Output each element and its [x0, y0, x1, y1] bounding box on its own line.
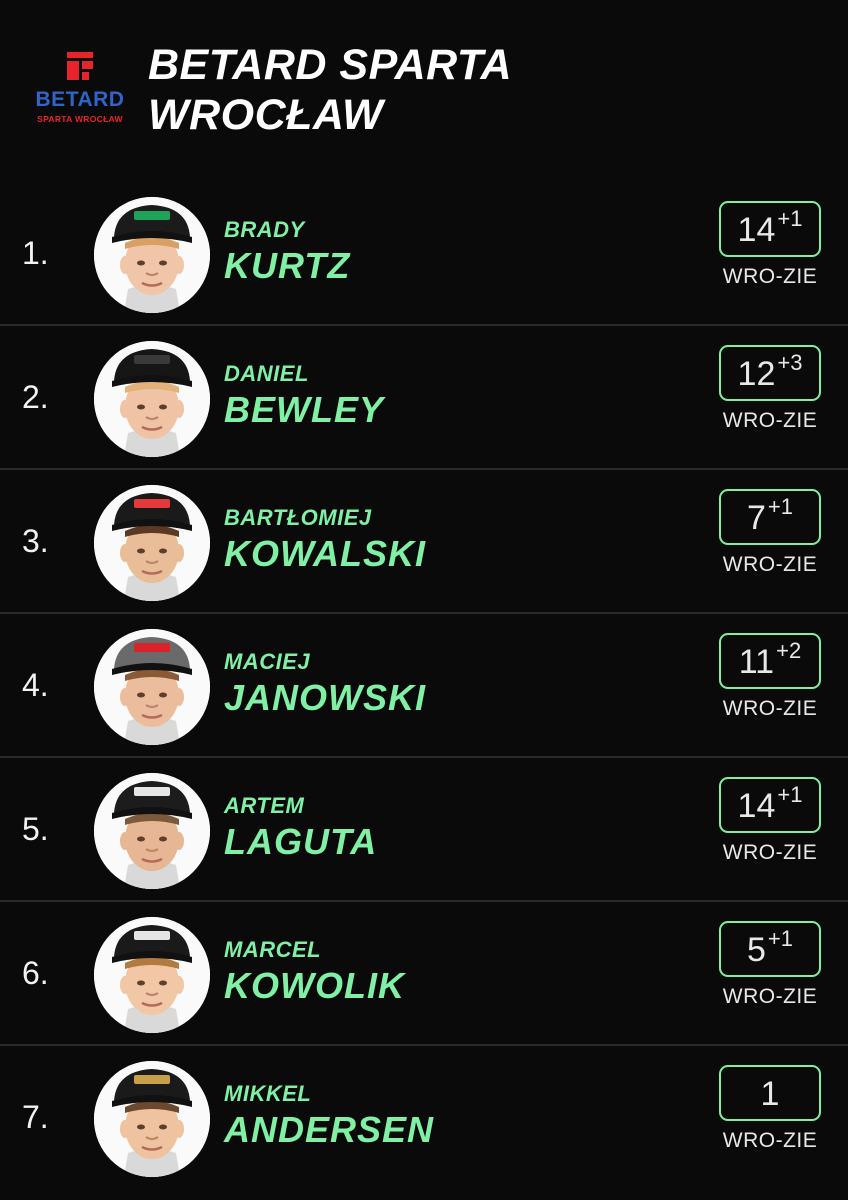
- rider-portrait-icon: [94, 773, 210, 889]
- rider-points: 1: [760, 1075, 780, 1113]
- rider-first-name: MARCEL: [224, 937, 322, 962]
- rider-portrait-icon: [94, 1061, 210, 1177]
- rider-avatar: [94, 917, 210, 1033]
- rider-last-name: LAGUTA: [224, 821, 378, 862]
- rider-rank: 6.: [22, 955, 49, 991]
- rider-match: WRO-ZIE: [722, 553, 818, 576]
- rider-rank: 4.: [22, 667, 49, 703]
- rider-score-box: 7+1: [719, 489, 821, 545]
- rider-first-name: BARTŁOMIEJ: [224, 505, 372, 530]
- logo-sub-text: SPARTA WROCŁAW: [37, 114, 123, 124]
- rider-rank: 5.: [22, 811, 49, 847]
- rider-last-name: KOWALSKI: [224, 533, 426, 574]
- rider-portrait-icon: [94, 197, 210, 313]
- rider-row[interactable]: 6. MARCEL KOWOLIK 5+1 WRO-ZIE: [0, 903, 848, 1046]
- rider-score-box: 5+1: [719, 921, 821, 977]
- rider-match: WRO-ZIE: [722, 985, 818, 1008]
- rider-last-name: BEWLEY: [224, 389, 385, 430]
- rider-last-name: KURTZ: [224, 245, 351, 286]
- rider-avatar: [94, 1061, 210, 1177]
- rider-avatar: [94, 773, 210, 889]
- logo-brand-text: BETARD: [35, 88, 125, 111]
- rider-first-name: DANIEL: [224, 361, 309, 386]
- rider-first-name: ARTEM: [224, 793, 305, 818]
- team-title: BETARD SPARTA WROCŁAW: [148, 40, 708, 140]
- row-divider: [0, 1044, 848, 1046]
- rider-portrait-icon: [94, 917, 210, 1033]
- rider-points: 14: [737, 787, 776, 825]
- team-header: BETARD SPARTA WROCŁAW BETARD SPARTA WROC…: [0, 0, 848, 180]
- rider-avatar: [94, 485, 210, 601]
- rider-rank: 2.: [22, 379, 49, 415]
- rider-portrait-icon: [94, 485, 210, 601]
- rider-match: WRO-ZIE: [722, 841, 818, 864]
- rider-row[interactable]: 4. MACIEJ JANOWSKI 11+2 WRO-ZIE: [0, 615, 848, 758]
- rider-row[interactable]: 2. DANIEL BEWLEY 12+3 WRO-ZIE: [0, 327, 848, 470]
- row-divider: [0, 324, 848, 326]
- rider-points: 12: [737, 355, 776, 393]
- rider-points: 11: [738, 643, 775, 681]
- rider-bonus: +1: [767, 494, 793, 519]
- row-divider: [0, 756, 848, 758]
- rider-portrait-icon: [94, 629, 210, 745]
- rider-row[interactable]: 3. BARTŁOMIEJ KOWALSKI 7+1 WRO-ZIE: [0, 471, 848, 614]
- rider-row[interactable]: 1. BRADY KURTZ 14+1 WRO-ZIE: [0, 183, 848, 326]
- rider-match: WRO-ZIE: [722, 409, 818, 432]
- rider-match: WRO-ZIE: [722, 1129, 818, 1152]
- rider-first-name: MIKKEL: [224, 1081, 312, 1106]
- rider-first-name: BRADY: [224, 217, 305, 242]
- rider-avatar: [94, 341, 210, 457]
- rider-last-name: KOWOLIK: [224, 965, 405, 1006]
- rider-match: WRO-ZIE: [722, 265, 818, 288]
- rider-points: 5: [746, 931, 766, 969]
- row-divider: [0, 900, 848, 902]
- rider-score-box: 1: [719, 1065, 821, 1121]
- rider-row[interactable]: 5. ARTEM LAGUTA 14+1 WRO-ZIE: [0, 759, 848, 902]
- rider-points: 14: [737, 211, 776, 249]
- rider-avatar: [94, 197, 210, 313]
- rider-avatar: [94, 629, 210, 745]
- rider-bonus: +2: [776, 638, 802, 663]
- rider-last-name: ANDERSEN: [224, 1109, 435, 1150]
- rider-match: WRO-ZIE: [722, 697, 818, 720]
- logo-mark-icon: [67, 52, 93, 80]
- row-divider: [0, 468, 848, 470]
- row-divider: [0, 612, 848, 614]
- rider-score-box: 11+2: [719, 633, 821, 689]
- rider-first-name: MACIEJ: [224, 649, 311, 674]
- rider-score-box: 12+3: [719, 345, 821, 401]
- rider-score-box: 14+1: [719, 201, 821, 257]
- team-title-line2: WROCŁAW: [148, 91, 384, 139]
- rider-row[interactable]: 7. MIKKEL ANDERSEN 1 WRO-ZIE: [0, 1047, 848, 1190]
- rider-portrait-icon: [94, 341, 210, 457]
- rider-rank: 1.: [22, 235, 49, 271]
- rider-bonus: +1: [777, 782, 803, 807]
- rider-points: 7: [746, 499, 766, 537]
- rider-rank: 3.: [22, 523, 49, 559]
- rider-bonus: +1: [777, 206, 803, 231]
- rider-rank: 7.: [22, 1099, 49, 1135]
- rider-bonus: +1: [767, 926, 793, 951]
- rider-last-name: JANOWSKI: [224, 677, 427, 718]
- team-logo: BETARD SPARTA WROCŁAW: [24, 44, 136, 136]
- rider-bonus: +3: [777, 350, 803, 375]
- team-title-line1: BETARD SPARTA: [148, 41, 513, 89]
- rider-score-box: 14+1: [719, 777, 821, 833]
